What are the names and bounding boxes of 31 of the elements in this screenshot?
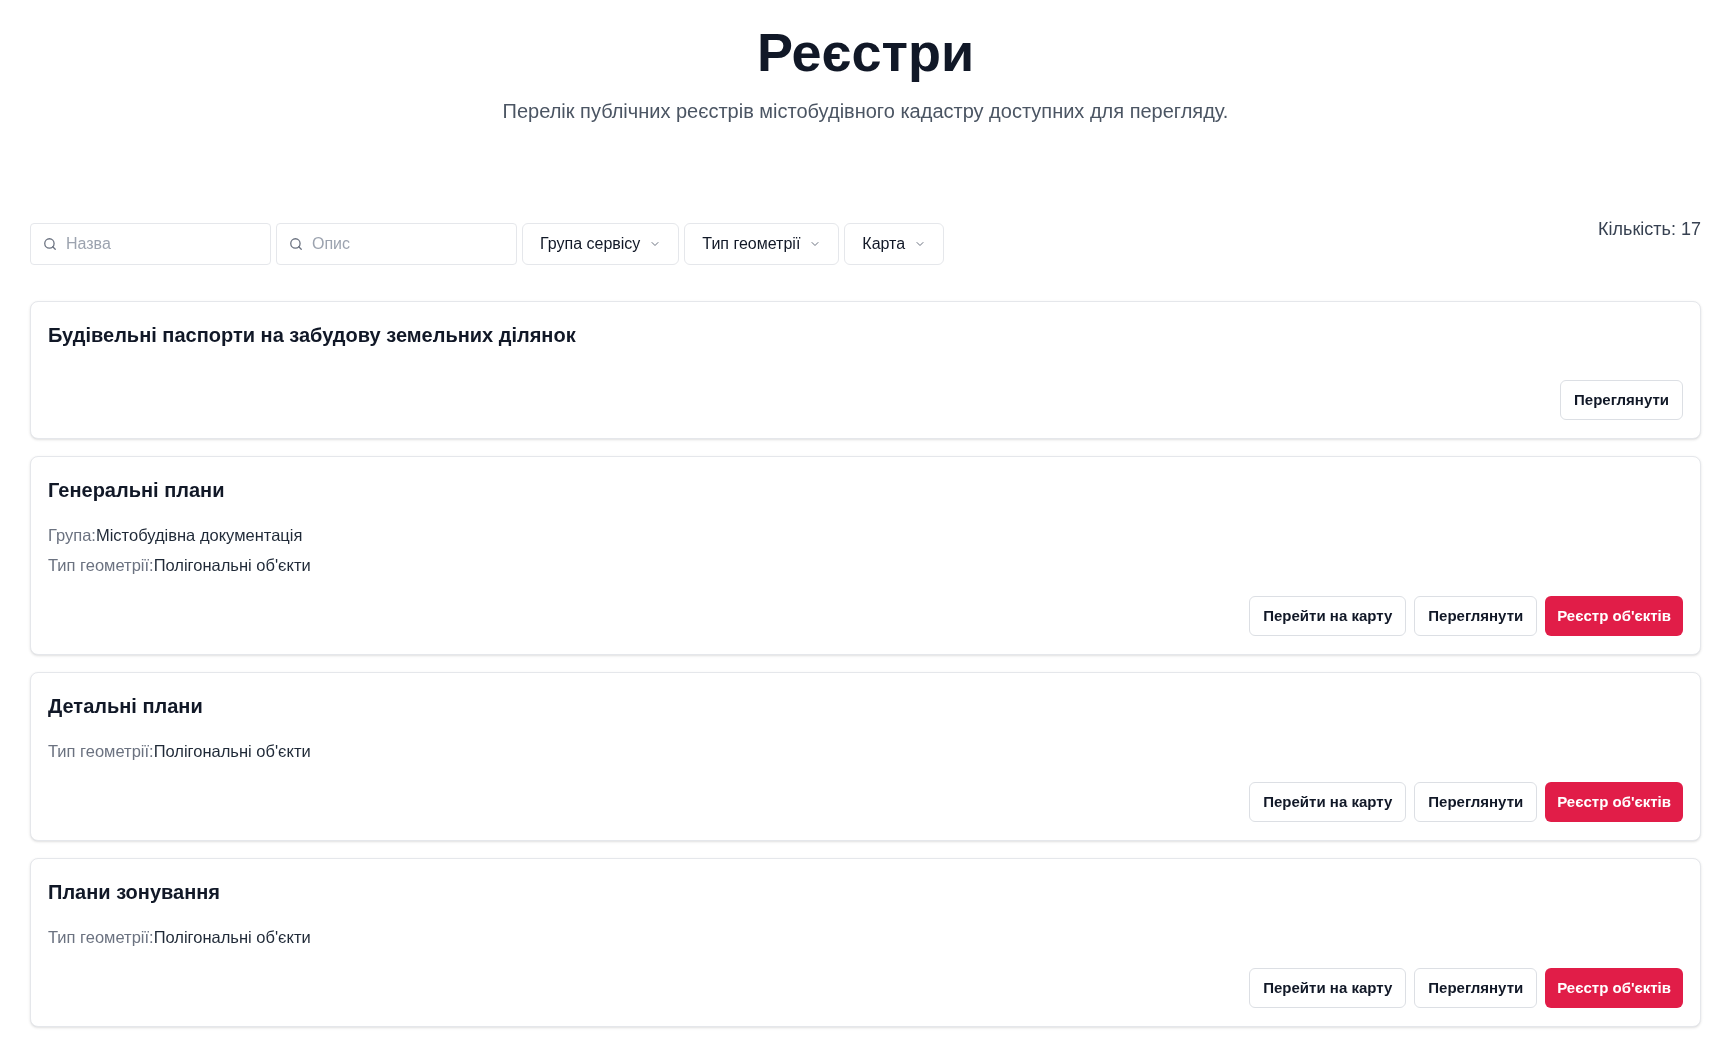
action-button[interactable]: Перейти на карту	[1249, 782, 1407, 822]
filter-dropdown[interactable]: Карта	[844, 223, 945, 265]
action-button[interactable]: Перейти на карту	[1249, 596, 1407, 636]
detail-value: Полігональні об'єкти	[153, 741, 311, 762]
item-count: Кількість: 17	[1598, 218, 1701, 241]
page-subtitle: Перелік публічних реєстрів містобудівного кадастру доступних для перегляду.	[502, 99, 1229, 124]
card-title: Плани зонування	[48, 880, 220, 905]
primary-action-button[interactable]: Реєстр об'єктів	[1545, 596, 1683, 636]
action-button[interactable]: Переглянути	[1414, 968, 1538, 1008]
card-title: Будівельні паспорти на забудову земельних ділянок	[48, 323, 576, 348]
primary-action-button[interactable]: Реєстр об'єктів	[1545, 782, 1683, 822]
action-button[interactable]: Перейти на карту	[1249, 968, 1407, 1008]
detail-label: Тип геометрії:	[48, 555, 154, 576]
action-button[interactable]: Переглянути	[1414, 782, 1538, 822]
search-field[interactable]: Назва	[30, 223, 271, 265]
action-button[interactable]: Переглянути	[1560, 380, 1683, 420]
card-title: Детальні плани	[48, 694, 203, 719]
detail-label: Тип геометрії:	[48, 741, 154, 762]
action-button[interactable]: Переглянути	[1414, 596, 1538, 636]
primary-action-button[interactable]: Реєстр об'єктів	[1545, 968, 1683, 1008]
detail-label: Тип геометрії:	[48, 927, 154, 948]
search-icon	[289, 237, 303, 251]
filter-dropdown[interactable]: Група сервісу	[522, 223, 680, 265]
search-icon	[43, 237, 57, 251]
detail-value: Полігональні об'єкти	[153, 927, 311, 948]
detail-value: Полігональні об'єкти	[153, 555, 311, 576]
filter-dropdown[interactable]: Тип геометрії	[684, 223, 840, 265]
card-title: Генеральні плани	[48, 478, 225, 503]
detail-value: Містобудівна документація	[95, 525, 303, 546]
detail-label: Група:	[48, 525, 96, 546]
search-field[interactable]: Опис	[276, 223, 517, 265]
